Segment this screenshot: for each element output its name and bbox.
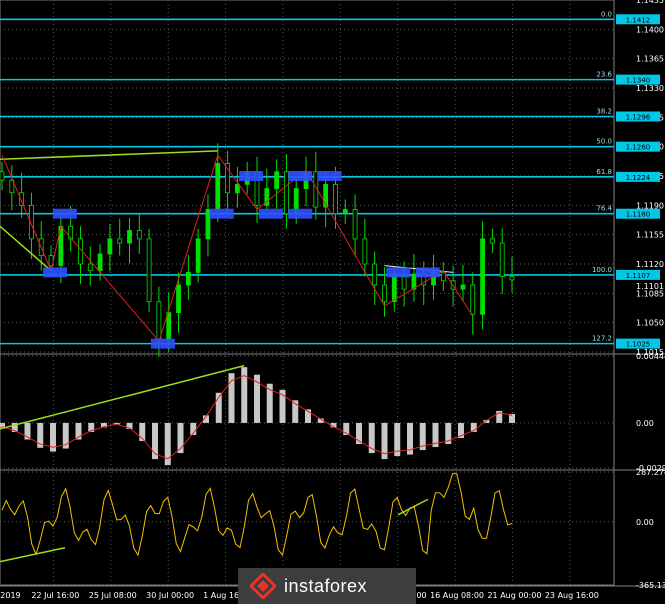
candle-body [480,238,485,315]
time-tick-label: 18 Jul 2019 [0,591,21,600]
fib-price-label: 1.1340 [626,77,651,85]
candle-body [372,263,378,286]
zigzag-line [1,153,474,343]
price-tick-label: 1.1400 [636,25,664,34]
price-tick-label: 1.1435 [636,0,664,5]
candle-body [234,183,240,194]
candle-body [342,209,348,215]
level-marker-box [258,208,283,219]
level-marker-box [52,208,77,219]
fib-ratio-label: 38.2 [596,107,612,115]
time-tick-label: 22 Jul 16:00 [31,591,79,600]
candle-body [499,242,505,277]
candle-body [185,271,191,286]
candle-body [195,238,201,273]
candle-body [489,238,495,244]
fib-ratio-label: 100.0 [592,266,612,274]
time-tick-label: 23 Aug 16:00 [545,591,599,600]
candle-body [205,209,211,240]
fib-ratio-label: 127.2 [592,335,612,343]
level-marker-box [317,171,342,181]
price-tick-label: 1.1050 [636,319,664,328]
candle-body [146,238,152,303]
candle-body [136,230,142,240]
instaforex-logo-icon [250,573,276,599]
fib-ratio-label: 61.8 [596,168,612,176]
level-marker-box [239,171,264,181]
fib-ratio-label: 76.4 [596,205,612,213]
candle-body [470,284,476,315]
level-marker-box [209,208,234,219]
candle-body [274,171,280,189]
level-marker-box [288,208,313,219]
instaforex-watermark: instaforex [238,568,416,604]
level-marker-box [288,171,313,181]
macd-tick-label: 0.00 [636,419,654,428]
cci-tick-label: 0.00 [636,518,654,527]
watermark-brand: instaforex [284,575,368,596]
price-tick-label: 1.1365 [636,55,664,64]
cci-trend-line [0,547,66,563]
time-tick-label: 25 Jul 08:00 [89,591,137,600]
fib-price-label: 1.1296 [626,113,651,121]
candle-body [166,312,172,340]
fib-ratio-label: 23.6 [596,71,612,79]
candle-body [401,276,407,290]
candle-body [352,209,358,240]
level-marker-box [150,338,175,349]
candle-body [117,238,123,244]
cci-tick-label: 287.2748 [636,468,665,477]
time-tick-label: 16 Aug 08:00 [430,591,484,600]
fib-price-label: 1.1180 [626,211,651,219]
level-marker-box [415,267,440,278]
price-tick-label: 1.1120 [636,260,664,269]
candle-body [382,284,387,303]
candle-body [68,225,74,240]
fib-price-label: 1.1260 [626,144,651,152]
fib-ratio-label: 0.0 [601,10,612,18]
candle-body [0,171,5,181]
candle-body [509,276,515,281]
level-marker-box [43,267,68,278]
candle-body [215,163,221,210]
macd-tick-label: 0.00444 [636,352,665,361]
candle-body [460,284,466,290]
candle-body [97,253,103,272]
candle-body [127,230,132,244]
fib-price-label: 1.1025 [626,341,651,349]
cci-line [1,473,513,557]
candle-body [107,238,113,255]
candle-body [284,171,289,215]
fib-ratio-label: 50.0 [596,138,612,146]
fib-price-label: 1.1107 [626,272,651,280]
candle-body [156,301,162,340]
candle-body [87,263,93,272]
fib-price-label: 1.1224 [626,174,651,182]
cci-tick-label: -365.1363 [636,581,665,590]
level-marker-box [386,267,411,278]
cci-trend-line [397,498,429,516]
price-tick-label: 1.1330 [636,84,664,93]
price-tick-label: 1.1155 [636,231,664,240]
time-tick-label: 30 Jul 00:00 [146,591,194,600]
fib-price-label: 1.1412 [626,16,651,24]
candle-body [411,273,417,290]
time-tick-label: 21 Aug 00:00 [487,591,541,600]
candle-body [362,238,368,265]
candle-body [333,183,338,215]
candle-body [391,276,397,303]
trend-line [0,150,218,160]
current-price-label: 1.1101 [636,282,664,291]
chart-canvas: 1.14351.14001.13651.13301.12951.12601.12… [0,0,665,600]
candle-body [176,284,181,314]
